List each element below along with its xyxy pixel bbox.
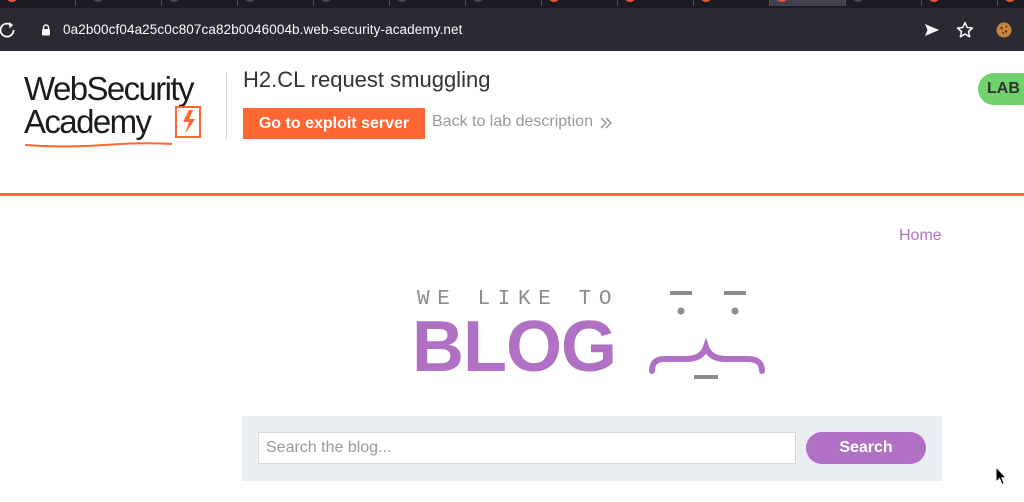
logo-text-line2: Academy (24, 103, 152, 140)
lightning-bolt-icon (175, 106, 201, 138)
browser-tab[interactable] (86, 0, 162, 6)
browser-tab-active[interactable] (770, 0, 846, 6)
star-icon[interactable] (954, 19, 976, 41)
curly-brace-face-icon (649, 291, 765, 379)
tab-favicon-icon (168, 0, 180, 2)
search-panel: Search (242, 416, 942, 481)
nav-home-link[interactable]: Home (899, 227, 942, 245)
browser-tab-strip (0, 0, 1024, 8)
browser-toolbar: 0a2b00cf04a25c0c807ca82b0046004b.web-sec… (0, 8, 1024, 51)
lock-icon[interactable] (41, 23, 51, 36)
logo-swoosh-icon (24, 142, 173, 148)
blog-banner: WE LIKE TO BLOG (412, 283, 772, 387)
browser-tab[interactable] (466, 0, 542, 6)
browser-tab[interactable] (238, 0, 314, 6)
browser-tab[interactable] (618, 0, 694, 6)
send-icon[interactable] (921, 19, 943, 41)
header-divider (226, 73, 227, 139)
tab-favicon-icon (1004, 0, 1016, 2)
exploit-server-button[interactable]: Go to exploit server (243, 108, 425, 139)
tab-favicon-icon (320, 0, 332, 2)
browser-tab[interactable] (998, 0, 1024, 6)
tab-favicon-icon (92, 0, 104, 2)
back-to-lab-description-link[interactable]: Back to lab description (432, 113, 593, 131)
browser-tab[interactable] (0, 0, 76, 6)
reload-icon[interactable] (0, 19, 18, 41)
double-chevron-right-icon[interactable] (599, 115, 613, 131)
tab-favicon-icon (472, 0, 484, 2)
browser-tab[interactable] (922, 0, 998, 6)
lab-status-badge: LAB (978, 73, 1024, 105)
browser-tab[interactable] (846, 0, 922, 6)
tab-favicon-icon (624, 0, 636, 2)
browser-tab[interactable] (162, 0, 238, 6)
tab-favicon-icon (928, 0, 940, 2)
browser-tab[interactable] (542, 0, 618, 6)
cookie-icon[interactable] (993, 19, 1015, 41)
lab-title: H2.CL request smuggling (243, 67, 491, 92)
tab-favicon-icon (6, 0, 18, 2)
tab-favicon-icon (700, 0, 712, 2)
tab-favicon-icon (396, 0, 408, 2)
browser-tab[interactable] (314, 0, 390, 6)
banner-title: BLOG (412, 307, 617, 387)
address-bar-url[interactable]: 0a2b00cf04a25c0c807ca82b0046004b.web-sec… (63, 22, 462, 37)
browser-tab[interactable] (390, 0, 466, 6)
tab-favicon-icon (852, 0, 864, 2)
lab-header: WebSecurity Academy H2.CL request smuggl… (0, 51, 1024, 196)
search-button[interactable]: Search (806, 432, 926, 464)
tab-favicon-icon (776, 0, 788, 2)
tab-favicon-icon (244, 0, 256, 2)
mouse-cursor-icon (995, 466, 1007, 486)
browser-tab[interactable] (694, 0, 770, 6)
tab-favicon-icon (548, 0, 560, 2)
search-input[interactable] (258, 432, 796, 464)
logo-text-line1: WebSecurity (24, 70, 194, 107)
